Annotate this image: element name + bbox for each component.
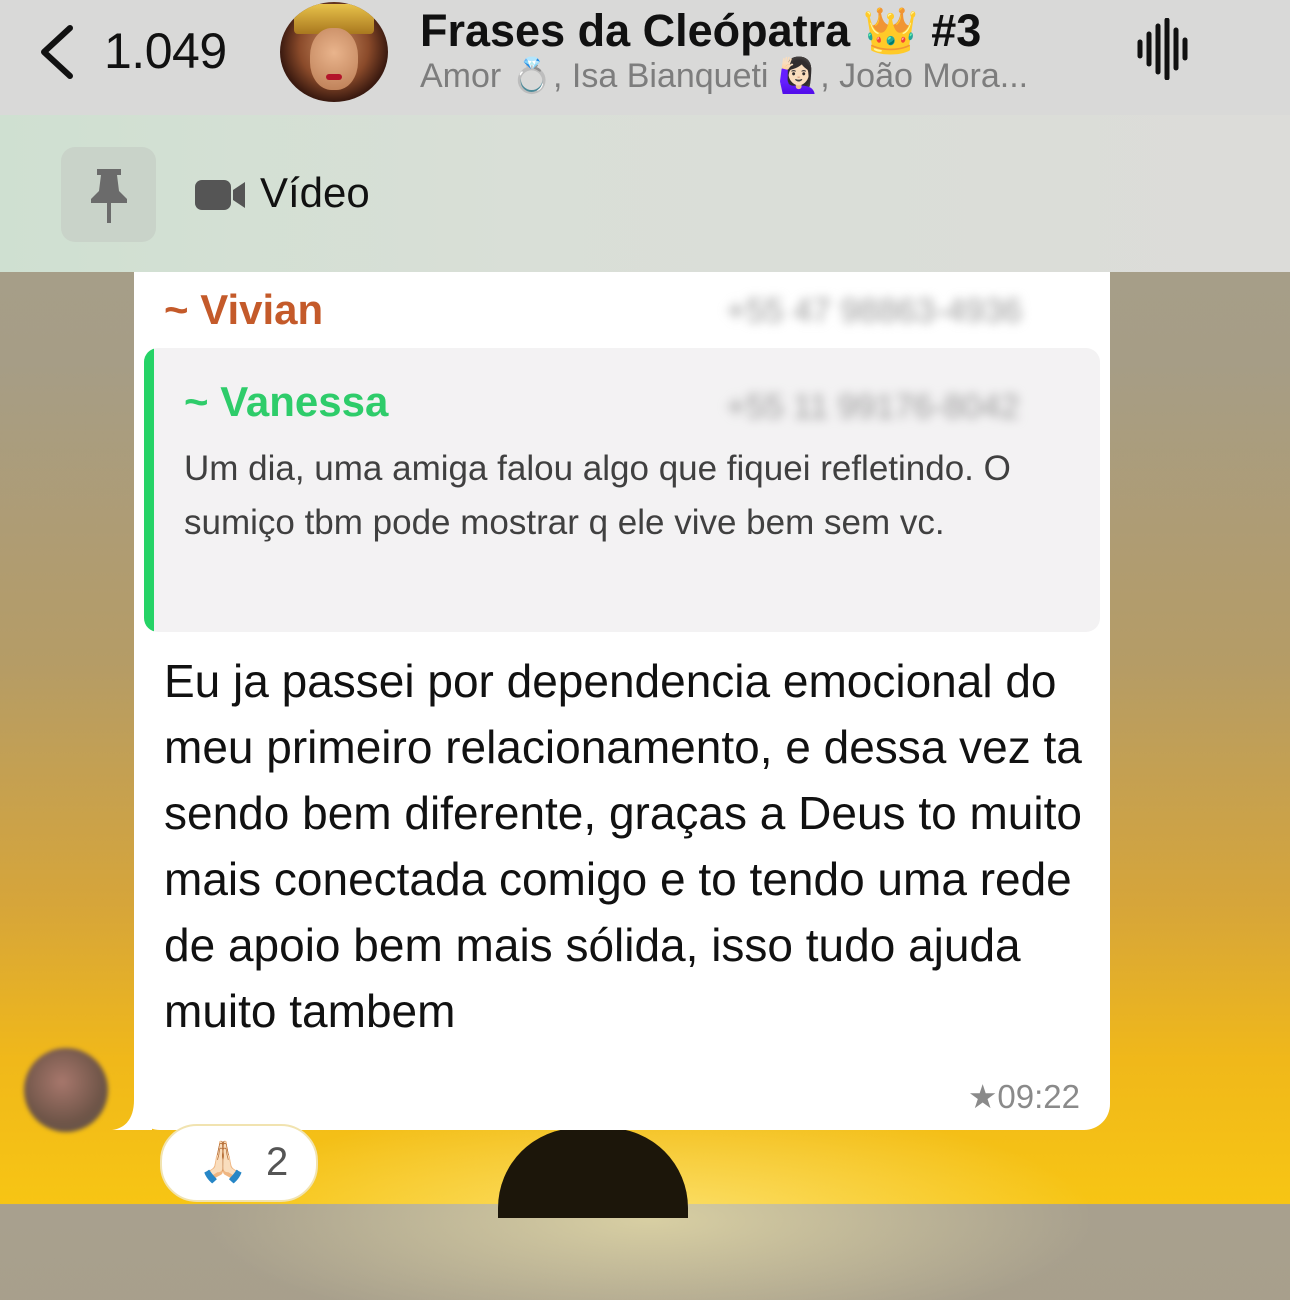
chat-members[interactable]: Amor 💍, Isa Bianqueti 🙋🏻‍♀️, João Mora..… [420,56,1028,96]
quote-text: Um dia, uma amiga falou algo que fiquei … [184,449,1011,542]
quote-bar [144,348,154,632]
chevron-left-icon[interactable] [36,24,80,80]
message-time: 09:22 [997,1078,1080,1115]
message-bubble[interactable]: ~ Vivian +55 47 98863-4936 ~ Vanessa +55… [134,272,1110,1130]
back-unread-count[interactable]: 1.049 [104,22,227,80]
reaction-count: 2 [266,1140,289,1184]
star-icon: ★ [967,1078,998,1115]
pinned-message-bar[interactable]: Vídeo [0,115,1290,272]
reaction-pill[interactable]: 🙏🏻 2 [160,1124,318,1202]
audio-wave-icon[interactable] [1136,18,1192,80]
chat-title[interactable]: Frases da Cleópatra 👑 #3 [420,4,981,57]
video-camera-icon [195,180,245,210]
quote-sender-phone: +55 11 99176-8042 [726,388,1020,426]
quoted-message[interactable]: ~ Vanessa +55 11 99176-8042 Um dia, uma … [144,348,1100,632]
group-avatar[interactable] [280,2,388,102]
quote-sender: ~ Vanessa [184,378,389,425]
pin-button[interactable] [61,147,156,242]
sender-phone: +55 47 98863-4936 [726,292,1022,330]
message-text: Eu ja passei por dependencia emocional d… [164,655,1082,1037]
pinned-label: Vídeo [260,169,370,216]
pin-icon [91,169,127,223]
sender-avatar[interactable] [24,1048,108,1132]
message-meta: ★09:22 [968,1077,1080,1116]
praying-hands-icon: 🙏🏻 [198,1140,248,1184]
message-sender[interactable]: ~ Vivian [164,286,323,334]
chat-header: 1.049 Frases da Cleópatra 👑 #3 Amor 💍, I… [0,0,1290,115]
